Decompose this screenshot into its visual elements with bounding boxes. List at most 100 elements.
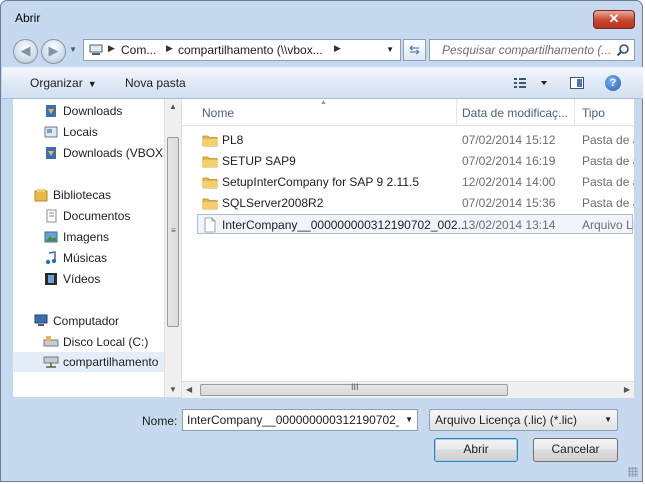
help-icon[interactable]: ? xyxy=(605,75,621,91)
chevron-down-icon: ▼ xyxy=(87,79,97,89)
row-date: 07/02/2014 15:12 xyxy=(462,133,556,147)
title-bar[interactable]: Abrir ✕ xyxy=(1,1,642,31)
row-type: Pasta de a xyxy=(582,196,634,210)
column-separator[interactable] xyxy=(456,99,457,125)
network-drive-icon xyxy=(43,354,59,370)
search-box[interactable]: Pesquisar compartilhamento (... xyxy=(429,39,635,61)
row-type: Pasta de a xyxy=(582,154,634,168)
folder-row[interactable]: SQLServer2008R2 07/02/2014 15:36 Pasta de … xyxy=(198,193,634,213)
folder-icon xyxy=(202,153,218,169)
command-toolbar: Organizar ▼ Nova pasta ? xyxy=(2,67,643,99)
nav-item-downloads[interactable]: Downloads (VBOXSVR) xyxy=(13,143,181,163)
drive-icon xyxy=(43,334,59,350)
column-header-date[interactable]: Data de modificaç... xyxy=(462,106,568,120)
folder-icon xyxy=(202,195,218,211)
file-row[interactable]: InterCompany__000000000312190702_002... 1… xyxy=(197,214,634,234)
column-header-name[interactable]: Nome xyxy=(202,106,234,120)
chevron-down-icon[interactable]: ▼ xyxy=(405,415,413,424)
cancel-button[interactable]: Cancelar xyxy=(533,438,618,462)
back-arrow-icon: ◀ xyxy=(20,43,31,58)
folder-icon xyxy=(202,174,218,190)
network-computer-icon xyxy=(89,44,103,55)
row-name: PL8 xyxy=(222,133,244,147)
organize-label: Organizar xyxy=(30,76,83,90)
folder-row[interactable]: SETUP SAP9 07/02/2014 16:19 Pasta de a xyxy=(198,151,634,171)
search-input[interactable]: Pesquisar compartilhamento (... xyxy=(442,43,612,57)
row-date: 07/02/2014 15:36 xyxy=(462,196,556,210)
nav-item-music[interactable]: Músicas xyxy=(13,248,165,268)
file-type-value: Arquivo Licença (.lic) (*.lic) xyxy=(435,413,578,427)
row-type: Pasta de a xyxy=(582,175,634,189)
scroll-thumb[interactable]: III xyxy=(200,382,508,396)
scroll-up-icon[interactable]: ▲ xyxy=(169,102,177,111)
file-name-value[interactable]: InterCompany__000000000312190702_002.lic xyxy=(187,413,399,427)
nav-item-documents[interactable]: Documentos xyxy=(13,206,165,226)
nav-item-network-drive[interactable]: compartilhamento xyxy=(13,352,165,372)
computer-icon xyxy=(33,313,49,329)
folder-row[interactable]: PL8 07/02/2014 15:12 Pasta de a xyxy=(198,130,634,150)
search-icon[interactable] xyxy=(616,43,630,57)
breadcrumb-arrow-icon[interactable]: ▶ xyxy=(334,43,341,54)
nav-item-label: compartilhamento xyxy=(63,355,159,369)
file-name-label: Nome: xyxy=(142,414,178,428)
folder-row[interactable]: SetupInterCompany for SAP 9 2.11.5 12/02/… xyxy=(198,172,634,192)
close-button[interactable]: ✕ xyxy=(593,10,635,29)
row-name: InterCompany__000000000312190702_002... xyxy=(222,218,468,232)
nav-item-label: Imagens xyxy=(63,230,110,244)
nav-item-pictures[interactable]: Imagens xyxy=(13,227,165,247)
nav-item-videos[interactable]: Vídeos xyxy=(13,269,165,289)
recent-locations-dropdown-icon[interactable]: ▼ xyxy=(69,45,77,54)
music-icon xyxy=(43,250,59,266)
breadcrumb-arrow-icon[interactable]: ▶ xyxy=(166,43,173,54)
nav-item-label: Vídeos xyxy=(63,272,101,286)
change-view-icon[interactable] xyxy=(512,75,552,91)
organize-menu-button[interactable]: Organizar ▼ xyxy=(30,76,97,90)
downloads-icon xyxy=(43,145,59,161)
refresh-button[interactable]: ⇆ xyxy=(403,39,426,61)
nav-item-libraries[interactable]: Bibliotecas xyxy=(13,185,165,205)
new-folder-button[interactable]: Nova pasta xyxy=(125,76,186,90)
resize-grip-icon[interactable] xyxy=(628,467,638,477)
row-date: 07/02/2014 16:19 xyxy=(462,154,556,168)
forward-arrow-icon: ▶ xyxy=(48,43,59,58)
open-file-dialog: Abrir ✕ ◀ ▶ ▼ ▶ Com... ▶ compartilhament… xyxy=(0,0,643,482)
forward-button[interactable]: ▶ xyxy=(41,39,66,64)
row-name: SetupInterCompany for SAP 9 2.11.5 xyxy=(222,175,420,189)
horizontal-scrollbar[interactable]: ◀ III ▶ xyxy=(182,381,634,398)
column-separator[interactable] xyxy=(574,99,575,125)
navigation-pane: Downloads Locais Downloads (VBOXSVR) Biblio… xyxy=(13,99,182,397)
breadcrumb-arrow-icon[interactable]: ▶ xyxy=(108,43,115,54)
videos-icon xyxy=(43,271,59,287)
column-header-row: ▲ Nome Data de modificaç... Tipo xyxy=(182,99,634,126)
row-date: 13/02/2014 13:14 xyxy=(462,218,556,232)
file-name-field[interactable]: InterCompany__000000000312190702_002.lic… xyxy=(182,409,418,431)
scroll-thumb[interactable]: ≡ xyxy=(167,137,179,327)
row-type: Pasta de a xyxy=(582,133,634,147)
downloads-icon xyxy=(43,103,59,119)
chevron-down-icon: ▼ xyxy=(604,415,612,424)
close-icon: ✕ xyxy=(608,11,620,26)
row-name: SETUP SAP9 xyxy=(222,154,296,168)
address-dropdown-icon[interactable]: ▼ xyxy=(386,45,394,54)
preview-pane-icon[interactable] xyxy=(570,77,584,89)
address-bar[interactable]: ▶ Com... ▶ compartilhamento (\\vbox... ▶… xyxy=(83,39,401,61)
file-list: ▲ Nome Data de modificaç... Tipo PL8 07/0… xyxy=(182,99,634,397)
breadcrumb-computer[interactable]: Com... xyxy=(121,43,156,57)
row-name: SQLServer2008R2 xyxy=(222,196,324,210)
scroll-down-icon[interactable]: ▼ xyxy=(169,385,177,394)
nav-item-recent-places[interactable]: Locais xyxy=(13,122,165,142)
file-type-select[interactable]: Arquivo Licença (.lic) (*.lic) ▼ xyxy=(429,409,618,431)
nav-item-drive[interactable]: Disco Local (C:) xyxy=(13,332,165,352)
scroll-right-icon[interactable]: ▶ xyxy=(624,385,630,394)
back-button[interactable]: ◀ xyxy=(13,39,38,64)
scroll-left-icon[interactable]: ◀ xyxy=(186,385,192,394)
column-header-type[interactable]: Tipo xyxy=(582,106,605,120)
navigation-scrollbar[interactable]: ▲ ≡ ▼ xyxy=(164,99,181,397)
breadcrumb-share[interactable]: compartilhamento (\\vbox... xyxy=(178,43,323,57)
grip-icon: III xyxy=(351,382,359,392)
nav-item-label: Downloads xyxy=(63,104,123,118)
nav-item-computer[interactable]: Computador xyxy=(13,311,165,331)
row-type: Arquivo LI xyxy=(582,218,634,232)
nav-item-downloads[interactable]: Downloads xyxy=(13,101,165,121)
open-button[interactable]: Abrir xyxy=(434,438,518,462)
